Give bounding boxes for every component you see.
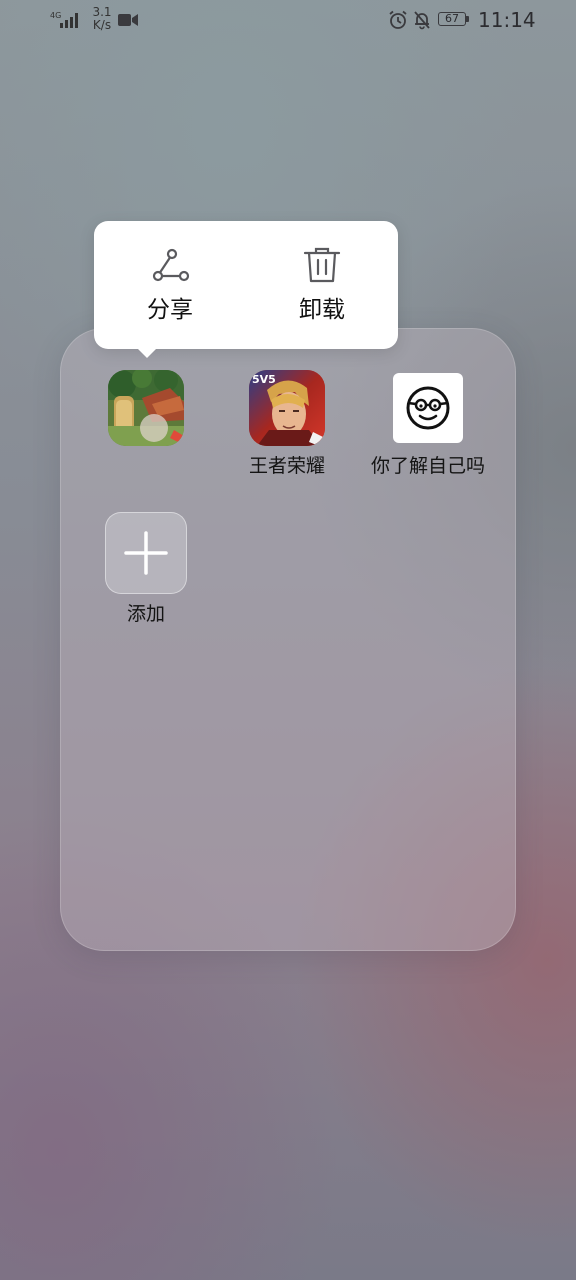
app-label-kings-glory: 王者荣耀 <box>248 455 325 477</box>
app-farm-game[interactable] <box>86 370 206 490</box>
trash-icon <box>303 247 341 283</box>
nerd-face-icon[interactable] <box>393 373 463 443</box>
share-button[interactable]: 分享 <box>94 221 246 349</box>
app-label-know-yourself: 你了解自己吗 <box>370 455 485 477</box>
app-kings-glory[interactable]: 5V5 王者荣耀 <box>227 370 347 490</box>
net-speed-unit: K/s <box>92 18 112 32</box>
add-label: 添加 <box>126 603 165 625</box>
clock: 11:14 <box>478 8 536 32</box>
video-recording-icon <box>118 14 138 26</box>
kings-glory-icon[interactable]: 5V5 <box>249 370 325 446</box>
add-app-tile[interactable]: 添加 <box>86 512 206 632</box>
alarm-icon <box>389 10 407 29</box>
status-bar: 4G 3.1 K/s 67 11:14 <box>0 0 576 44</box>
signal-icon: 4G <box>50 11 78 28</box>
bell-off-icon <box>414 11 430 30</box>
svg-text:4G: 4G <box>50 11 61 20</box>
app-know-yourself[interactable]: 你了解自己吗 <box>368 370 488 490</box>
battery-icon: 67 <box>438 12 470 28</box>
battery-level: 67 <box>438 12 466 26</box>
share-label: 分享 <box>147 297 193 323</box>
plus-icon[interactable] <box>105 512 187 594</box>
uninstall-label: 卸载 <box>299 297 345 323</box>
svg-text:5V5: 5V5 <box>252 373 276 386</box>
share-icon <box>152 248 190 282</box>
farm-game-icon[interactable] <box>108 370 184 446</box>
app-context-menu: 分享 卸载 <box>94 221 398 358</box>
uninstall-button[interactable]: 卸载 <box>246 221 398 349</box>
network-speed: 3.1 K/s <box>88 6 116 32</box>
